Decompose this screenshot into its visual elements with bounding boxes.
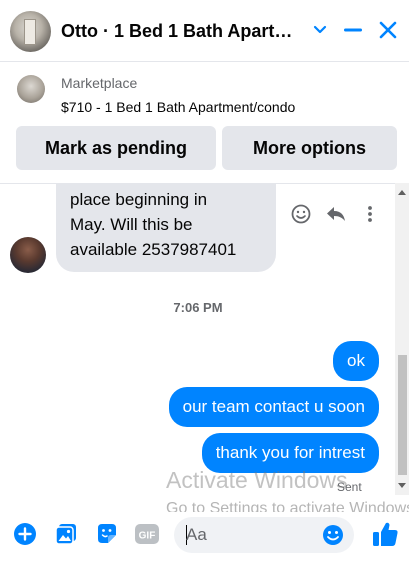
more-options-button[interactable]: More options	[222, 126, 397, 170]
marketplace-label: Marketplace	[61, 75, 138, 91]
marketplace-bar: Marketplace $710 - 1 Bed 1 Bath Apartmen…	[0, 62, 409, 183]
react-smiley-icon[interactable]	[290, 203, 312, 225]
message-timestamp: 7:06 PM	[173, 300, 223, 315]
outgoing-message-bubble[interactable]: ok	[333, 341, 379, 381]
scroll-up-arrow-icon[interactable]	[398, 190, 406, 195]
more-vertical-icon[interactable]	[359, 203, 381, 225]
chat-header: Otto · 1 Bed 1 Bath Apartm…	[0, 0, 409, 62]
incoming-message-line: available 2537987401	[70, 240, 237, 259]
activate-windows-watermark: Activate Windows	[166, 467, 348, 493]
mark-as-pending-button[interactable]: Mark as pending	[16, 126, 216, 170]
conversation-title[interactable]: Otto · 1 Bed 1 Bath Apartm…	[61, 21, 306, 42]
sticker-icon[interactable]	[94, 521, 120, 547]
message-composer: GIF	[0, 512, 409, 567]
reply-icon[interactable]	[325, 203, 347, 225]
contact-avatar[interactable]	[10, 11, 51, 52]
incoming-message-line: May. Will this be	[70, 215, 193, 234]
outgoing-message-bubble[interactable]: our team contact u soon	[168, 387, 379, 427]
message-scrollbar[interactable]	[395, 183, 409, 495]
scroll-down-arrow-icon[interactable]	[398, 483, 406, 488]
message-thread: place beginning in May. Will this be ava…	[0, 183, 409, 495]
listing-thumbnail[interactable]	[17, 75, 45, 103]
avatar-photo-detail	[24, 19, 36, 45]
chevron-down-icon[interactable]	[307, 17, 333, 43]
incoming-message-bubble[interactable]: place beginning in May. Will this be ava…	[56, 184, 276, 272]
photo-icon[interactable]	[53, 521, 79, 547]
incoming-message-line: place beginning in	[70, 190, 208, 209]
close-icon[interactable]	[375, 17, 401, 43]
minimize-icon[interactable]	[340, 17, 366, 43]
svg-text:GIF: GIF	[139, 531, 156, 542]
listing-title[interactable]: $710 - 1 Bed 1 Bath Apartment/condo	[61, 99, 295, 115]
message-input[interactable]	[186, 517, 316, 553]
sender-avatar[interactable]	[10, 237, 46, 273]
message-input-wrapper	[174, 517, 354, 553]
add-icon[interactable]	[12, 521, 38, 547]
gif-icon[interactable]: GIF	[134, 521, 160, 547]
emoji-icon[interactable]	[320, 522, 346, 548]
thumbs-up-icon[interactable]	[370, 519, 400, 549]
scroll-thumb[interactable]	[398, 355, 407, 475]
